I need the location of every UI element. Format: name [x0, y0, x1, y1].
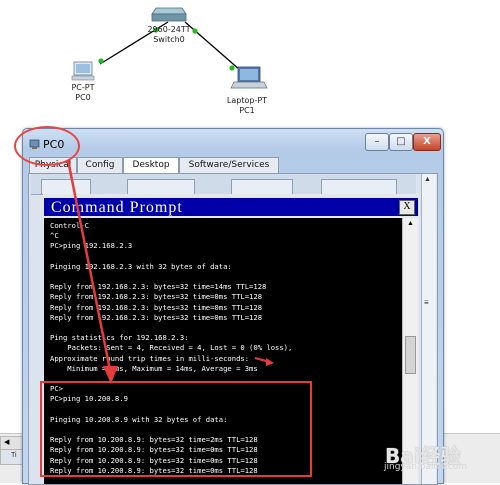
annotation-arrow-head — [103, 366, 118, 384]
annotation-small-arrow-head — [266, 358, 274, 366]
watermark-url: jingyan.baidu.com — [384, 462, 468, 472]
annotation-arrow-line — [66, 159, 112, 371]
annotation-arrows — [66, 159, 274, 384]
